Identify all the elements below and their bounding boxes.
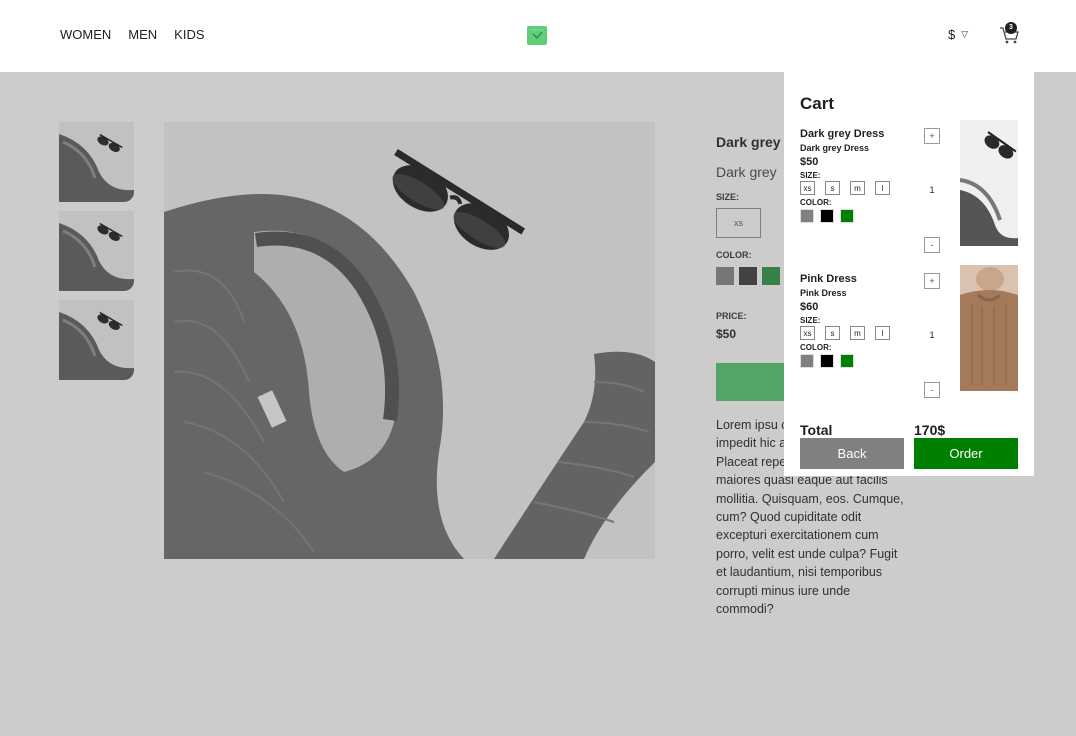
color-swatch-black[interactable] xyxy=(820,209,834,223)
shopping-bag-logo-icon[interactable] xyxy=(527,25,547,45)
cart-count-badge: 3 xyxy=(1005,22,1017,34)
color-swatch-grey[interactable] xyxy=(800,209,814,223)
cart-total-value: 170$ xyxy=(914,422,946,438)
product-thumbnails xyxy=(59,122,134,380)
nav-kids[interactable]: KIDS xyxy=(174,27,204,42)
color-swatch-black[interactable] xyxy=(820,354,834,368)
currency-symbol: $ xyxy=(948,27,956,42)
cart-total-label: Total xyxy=(800,422,833,438)
nav-men[interactable]: MEN xyxy=(128,27,157,42)
size-option-l[interactable]: l xyxy=(875,326,890,340)
color-swatch-grey[interactable] xyxy=(716,267,734,285)
color-swatch-grey[interactable] xyxy=(800,354,814,368)
color-swatch-dark[interactable] xyxy=(739,267,757,285)
size-option-l[interactable]: l xyxy=(875,181,890,195)
color-swatch-green[interactable] xyxy=(840,209,854,223)
chevron-down-icon: ▽ xyxy=(961,29,969,39)
cart-item-quantity: 1 xyxy=(929,185,935,195)
order-button[interactable]: Order xyxy=(914,438,1018,469)
product-main-image xyxy=(164,122,655,559)
increase-quantity-button[interactable]: + xyxy=(924,273,940,289)
back-button[interactable]: Back xyxy=(800,438,904,469)
currency-switcher[interactable]: $ ▽ xyxy=(948,27,968,42)
size-option-s[interactable]: s xyxy=(825,326,840,340)
cart-item: Pink Dress Pink Dress $60 SIZE: xs s m l… xyxy=(800,265,1018,399)
color-swatch-green[interactable] xyxy=(762,267,780,285)
cart-title: Cart xyxy=(800,94,835,113)
cart-item-image xyxy=(960,265,1018,391)
color-swatch-green[interactable] xyxy=(840,354,854,368)
category-nav: WOMEN MEN KIDS xyxy=(60,27,205,42)
size-option-xs[interactable]: xs xyxy=(716,208,761,238)
size-option-s[interactable]: s xyxy=(825,181,840,195)
size-option-xs[interactable]: xs xyxy=(800,181,815,195)
size-option-m[interactable]: m xyxy=(850,326,865,340)
cart-item: Dark grey Dress Dark grey Dress $50 SIZE… xyxy=(800,120,1018,254)
size-option-m[interactable]: m xyxy=(850,181,865,195)
product-thumbnail[interactable] xyxy=(59,122,134,202)
product-thumbnail[interactable] xyxy=(59,300,134,380)
size-option-xs[interactable]: xs xyxy=(800,326,815,340)
increase-quantity-button[interactable]: + xyxy=(924,128,940,144)
mini-cart: Cart Dark grey Dress Dark grey Dress $50… xyxy=(784,66,1034,476)
header: WOMEN MEN KIDS $ ▽ 3 xyxy=(0,0,1076,72)
nav-women[interactable]: WOMEN xyxy=(60,27,111,42)
cart-item-quantity: 1 xyxy=(929,330,935,340)
decrease-quantity-button[interactable]: - xyxy=(924,382,940,398)
decrease-quantity-button[interactable]: - xyxy=(924,237,940,253)
product-thumbnail[interactable] xyxy=(59,211,134,291)
cart-item-image xyxy=(960,120,1018,246)
